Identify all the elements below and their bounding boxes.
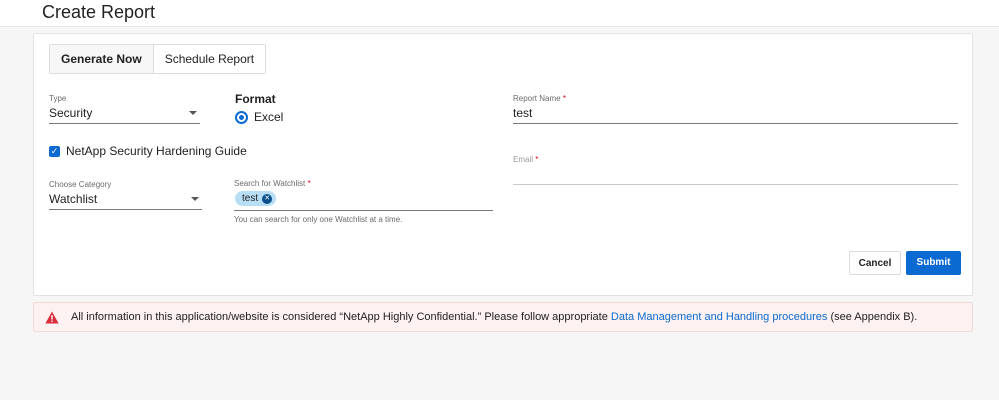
banner-text-before: All information in this application/webs… — [71, 311, 611, 323]
required-mark: * — [307, 179, 311, 188]
radio-selected-icon — [235, 110, 248, 124]
warning-icon — [45, 311, 59, 324]
email-label: Email * — [513, 155, 538, 164]
confidential-banner: All information in this application/webs… — [33, 302, 973, 332]
tab-generate-now[interactable]: Generate Now — [50, 45, 153, 73]
format-title: Format — [235, 92, 276, 106]
report-name-label-text: Report Name — [513, 94, 561, 103]
email-label-text: Email — [513, 155, 534, 164]
format-excel-radio[interactable]: Excel — [235, 110, 283, 124]
format-excel-label: Excel — [254, 110, 284, 124]
checkbox-checked-icon: ✓ — [49, 145, 60, 157]
tab-schedule-report[interactable]: Schedule Report — [152, 45, 266, 73]
close-icon[interactable]: ✕ — [262, 193, 273, 204]
chevron-down-icon — [189, 111, 197, 115]
banner-text: All information in this application/webs… — [71, 311, 917, 323]
watchlist-chip-label: test — [242, 193, 259, 204]
hardening-guide-checkbox[interactable]: ✓ NetApp Security Hardening Guide — [49, 144, 247, 158]
required-mark: * — [535, 155, 539, 164]
category-select-value: Watchlist — [49, 192, 98, 206]
report-tabs: Generate Now Schedule Report — [49, 44, 267, 74]
required-mark: * — [562, 94, 566, 103]
report-name-label: Report Name * — [513, 94, 566, 103]
banner-text-after: (see Appendix B). — [827, 311, 918, 323]
page-title: Create Report — [42, 2, 156, 22]
email-input[interactable] — [513, 165, 958, 185]
category-select[interactable]: Watchlist — [49, 190, 202, 210]
watchlist-helper-text: You can search for only one Watchlist at… — [234, 215, 403, 224]
data-handling-link[interactable]: Data Management and Handling procedures — [611, 311, 827, 323]
report-form-card: Generate Now Schedule Report Type Securi… — [33, 33, 973, 296]
submit-button[interactable]: Submit — [906, 251, 961, 275]
type-label: Type — [49, 94, 67, 103]
type-select[interactable]: Security — [49, 104, 200, 124]
watchlist-search-input[interactable]: test ✕ — [234, 189, 493, 211]
report-name-input[interactable]: test — [513, 104, 958, 124]
watchlist-label: Search for Watchlist * — [234, 179, 311, 188]
category-label: Choose Category — [49, 180, 112, 189]
cancel-button[interactable]: Cancel — [849, 251, 901, 275]
chevron-down-icon — [191, 197, 199, 201]
page-header: Create Report — [0, 0, 999, 27]
watchlist-label-text: Search for Watchlist — [234, 179, 306, 188]
hardening-guide-label: NetApp Security Hardening Guide — [66, 144, 247, 158]
type-select-value: Security — [49, 106, 93, 120]
watchlist-chip: test ✕ — [235, 191, 277, 206]
